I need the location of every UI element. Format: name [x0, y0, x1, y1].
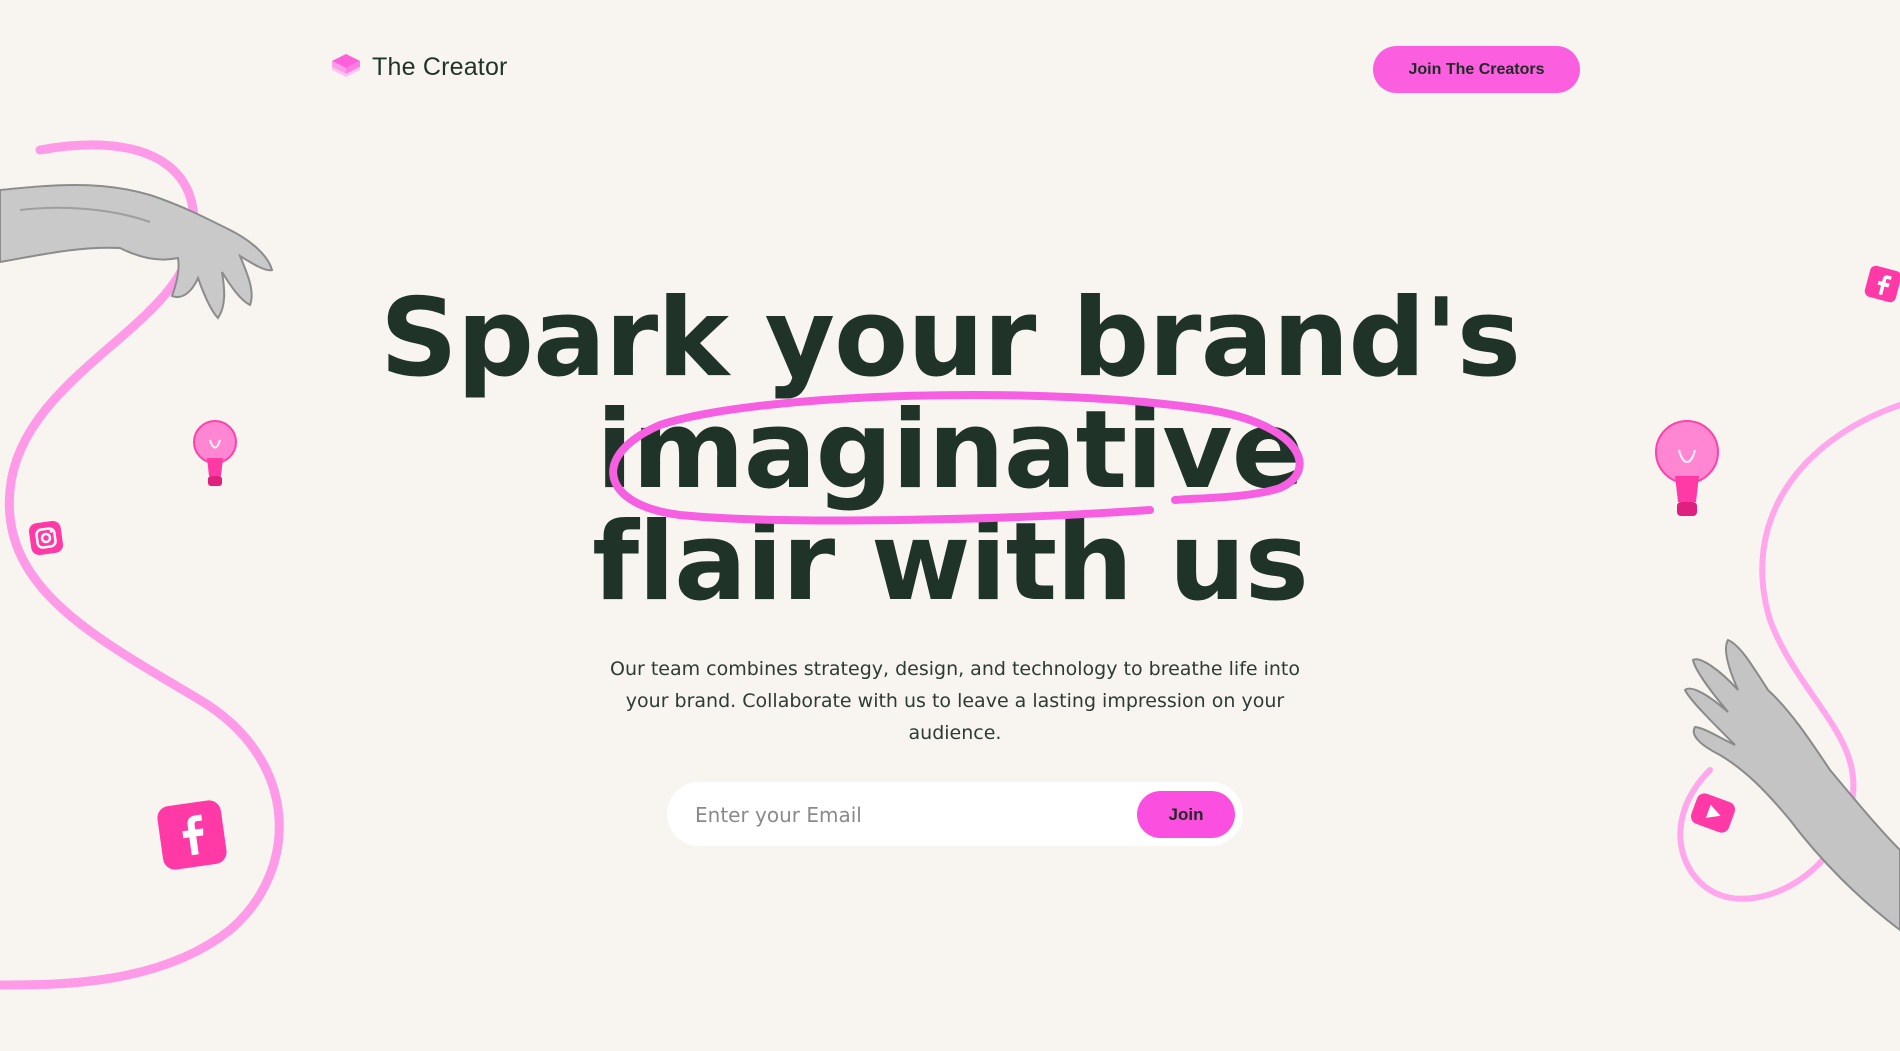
- headline-line-2-wrapper: imaginative: [0, 395, 1900, 507]
- youtube-icon: [1690, 793, 1736, 833]
- hero-headline: Spark your brand's imaginative flair wit…: [0, 283, 1900, 619]
- hero-subtitle: Our team combines strategy, design, and …: [609, 658, 1301, 744]
- headline-highlight-word: imaginative: [596, 388, 1305, 513]
- brand-logo[interactable]: The Creator: [330, 52, 508, 82]
- brand-name: The Creator: [372, 52, 508, 81]
- headline-line-3: flair with us: [592, 500, 1309, 625]
- headline-line-1: Spark your brand's: [380, 276, 1521, 401]
- join-the-creators-button[interactable]: Join The Creators: [1373, 46, 1580, 93]
- email-signup-form: Join: [667, 782, 1243, 846]
- email-input[interactable]: [693, 794, 1117, 836]
- facebook-icon: [157, 800, 227, 870]
- logo-cube-icon: [332, 54, 360, 77]
- join-button[interactable]: Join: [1137, 791, 1235, 838]
- landing-page: The Creator Join The Creators Spark your…: [0, 0, 1900, 1051]
